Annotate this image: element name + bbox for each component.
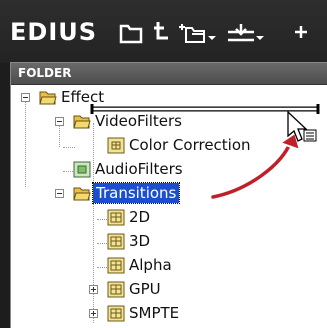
collapse-toggle[interactable] [55, 189, 64, 198]
title-bar: EDIUS [0, 0, 327, 63]
filter-icon [107, 137, 125, 154]
tree-item-effect[interactable]: Effect [11, 87, 327, 109]
transition-icon [107, 305, 125, 322]
transition-icon [107, 257, 125, 274]
transition-icon [107, 281, 125, 298]
tree-item-color-correction[interactable]: Color Correction [11, 135, 327, 157]
transition-icon [107, 233, 125, 250]
import-icon[interactable] [224, 16, 268, 46]
tree-item-3d[interactable]: 3D [11, 231, 327, 253]
open-folder-icon [39, 91, 57, 105]
tree-item-label: SMPTE [129, 304, 180, 322]
transition-icon [107, 209, 125, 226]
folder-icon[interactable] [118, 16, 144, 46]
panel-title: FOLDER [18, 66, 72, 80]
tree-item-label-selected: Transitions [91, 182, 181, 204]
tree-item-label: Effect [61, 88, 105, 106]
app-title: EDIUS [10, 18, 98, 46]
panel-header: FOLDER [11, 63, 327, 85]
tree-item-2d[interactable]: 2D [11, 207, 327, 229]
expand-toggle[interactable] [89, 309, 98, 318]
expand-toggle[interactable] [89, 285, 98, 294]
tree-item-videofilters[interactable]: VideoFilters [11, 111, 327, 133]
tree-item-gpu[interactable]: GPU [11, 279, 327, 301]
tree-item-label: 2D [129, 208, 151, 226]
tree-item-audiofilters[interactable]: AudioFilters [11, 159, 327, 181]
collapse-toggle[interactable] [55, 117, 64, 126]
tree-item-label: Color Correction [129, 136, 251, 154]
folder-panel: FOLDER Effect VideoFilters Color Correct… [10, 62, 327, 328]
more-icon[interactable] [292, 16, 327, 46]
tree-item-smpte[interactable]: SMPTE [11, 303, 327, 325]
tree-item-label: GPU [129, 280, 161, 298]
tree-item-alpha[interactable]: Alpha [11, 255, 327, 277]
new-folder-icon[interactable] [176, 16, 220, 46]
collapse-toggle[interactable] [21, 93, 30, 102]
tree-item-label: 3D [129, 232, 151, 250]
audio-filter-icon [73, 161, 91, 178]
tree-item-label: AudioFilters [95, 160, 183, 178]
tree-item-label: VideoFilters [95, 112, 182, 130]
folder-tree: Effect VideoFilters Color Correction Aud… [11, 85, 327, 328]
up-folder-icon[interactable] [150, 16, 172, 46]
open-folder-icon [73, 115, 91, 129]
open-folder-icon [73, 187, 91, 201]
tree-item-label: Alpha [129, 256, 172, 274]
tree-item-transitions[interactable]: Transitions [11, 182, 327, 205]
